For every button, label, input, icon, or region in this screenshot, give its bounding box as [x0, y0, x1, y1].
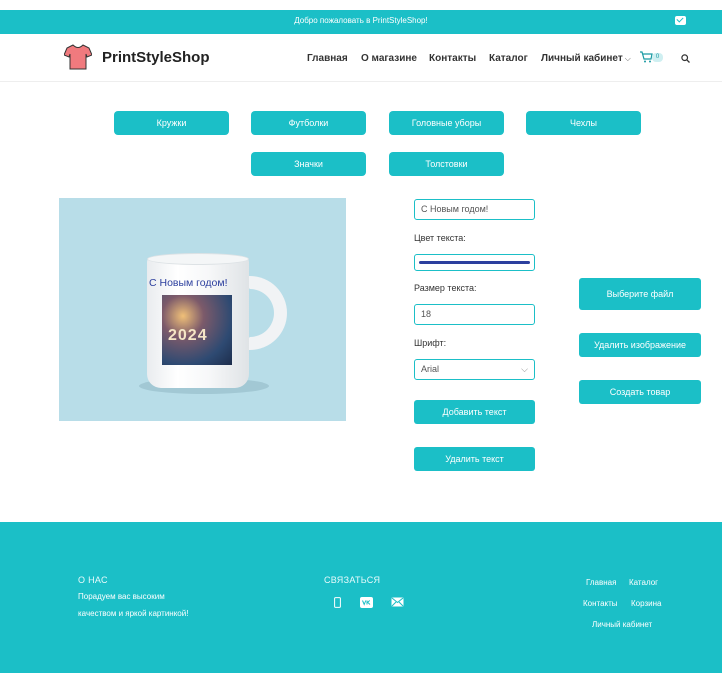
cart-count-badge: 0 [652, 53, 663, 62]
chevron-down-icon: ⌵ [521, 364, 528, 374]
nav-about[interactable]: О магазине [361, 53, 417, 64]
mail-icon[interactable] [675, 16, 686, 25]
contact-title: СВЯЗАТЬСЯ [324, 575, 381, 585]
text-size-label: Размер текста: [414, 283, 477, 293]
tshirt-logo-icon[interactable] [64, 44, 92, 70]
nav-home[interactable]: Главная [307, 53, 348, 64]
footer-link-cart[interactable]: Корзина [631, 599, 661, 608]
site-footer: О НАС Порадуем вас высоким качеством и я… [0, 522, 722, 673]
category-hoodies-button[interactable]: Толстовки [389, 152, 504, 176]
nav-contacts[interactable]: Контакты [429, 53, 476, 64]
vk-icon[interactable] [360, 597, 373, 608]
mug-custom-text[interactable]: С Новым годом! [149, 277, 249, 289]
email-icon[interactable] [391, 597, 404, 607]
chevron-down-icon: ⌵ [624, 54, 631, 63]
category-cases-button[interactable]: Чехлы [526, 111, 641, 135]
nav-catalog[interactable]: Каталог [489, 53, 528, 64]
welcome-bar: Добро пожаловать в PrintStyleShop! [0, 10, 722, 34]
site-header: PrintStyleShop Главная О магазине Контак… [0, 34, 722, 82]
color-swatch [419, 261, 530, 264]
create-product-button[interactable]: Создать товар [579, 380, 701, 404]
category-tshirts-button[interactable]: Футболки [251, 111, 366, 135]
font-select[interactable]: Arial ⌵ [414, 359, 535, 380]
text-color-label: Цвет текста: [414, 233, 466, 243]
category-mugs-button[interactable]: Кружки [114, 111, 229, 135]
font-label: Шрифт: [414, 338, 447, 348]
nav-account[interactable]: Личный кабинет ⌵ [541, 53, 631, 64]
choose-file-button[interactable]: Выберите файл [579, 278, 701, 310]
font-select-value: Arial [421, 364, 440, 374]
search-icon[interactable] [681, 54, 690, 63]
category-badges-button[interactable]: Значки [251, 152, 366, 176]
add-text-button[interactable]: Добавить текст [414, 400, 535, 424]
brand-name[interactable]: PrintStyleShop [102, 49, 210, 66]
mug-rim [147, 253, 249, 265]
phone-icon[interactable] [334, 597, 341, 608]
remove-text-button[interactable]: Удалить текст [414, 447, 535, 471]
photo-year-text: 2024 [168, 327, 208, 344]
footer-link-account[interactable]: Личный кабинет [592, 620, 652, 629]
category-hats-button[interactable]: Головные уборы [389, 111, 504, 135]
mug-custom-image[interactable]: 2024 [162, 295, 232, 365]
mug-preview: С Новым годом! 2024 [59, 198, 346, 421]
footer-link-contacts[interactable]: Контакты [583, 599, 618, 608]
welcome-text: Добро пожаловать в PrintStyleShop! [294, 16, 428, 25]
remove-image-button[interactable]: Удалить изображение [579, 333, 701, 357]
footer-link-catalog[interactable]: Каталог [629, 578, 658, 587]
about-text: Порадуем вас высоким качеством и яркой к… [78, 592, 189, 618]
text-size-input[interactable]: 18 [414, 304, 535, 325]
custom-text-input[interactable]: С Новым годом! [414, 199, 535, 220]
about-title: О НАС [78, 575, 108, 585]
footer-link-home[interactable]: Главная [586, 578, 616, 587]
text-color-picker[interactable] [414, 254, 535, 271]
nav-account-label: Личный кабинет [541, 53, 623, 64]
